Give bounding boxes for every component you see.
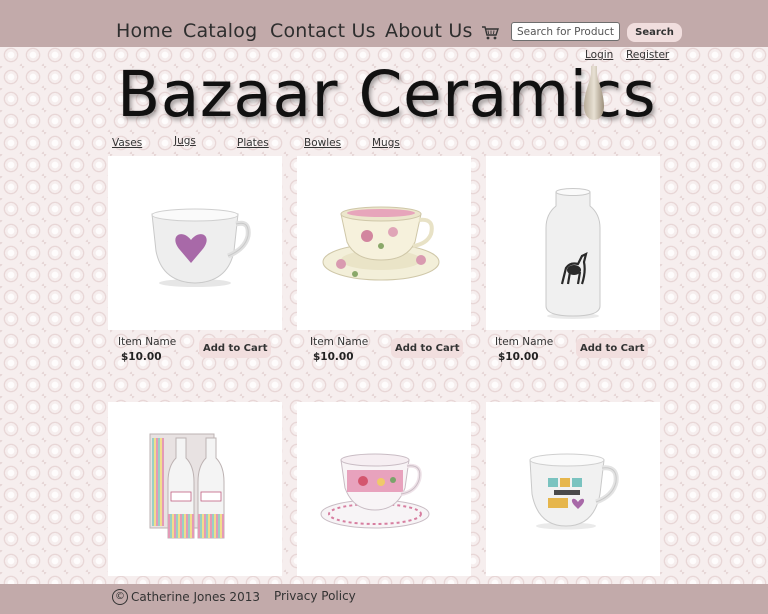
product-price: $10.00 bbox=[313, 351, 354, 363]
copyright-text: Catherine Jones 2013 bbox=[131, 590, 260, 604]
nav-contact-link[interactable]: Contact Us bbox=[270, 20, 376, 42]
product-card-deer-vase[interactable] bbox=[486, 156, 660, 330]
nav-home-link[interactable]: Home bbox=[116, 20, 173, 42]
product-name: Item Name bbox=[310, 336, 369, 348]
product-card-pink-teacup[interactable] bbox=[297, 402, 471, 576]
product-price: $10.00 bbox=[498, 351, 539, 363]
pink-teacup-image bbox=[320, 453, 430, 529]
vase-icon bbox=[584, 66, 604, 120]
product-card-you-and-me-mug[interactable] bbox=[486, 402, 660, 576]
product-name: Item Name bbox=[495, 336, 554, 348]
search-button[interactable]: Search bbox=[627, 23, 682, 42]
nav-about-link[interactable]: About Us bbox=[385, 20, 473, 42]
nav-catalog-link[interactable]: Catalog bbox=[183, 20, 257, 42]
heart-mug-image bbox=[151, 208, 251, 287]
category-jugs-link[interactable]: Jugs bbox=[174, 135, 196, 147]
category-vases-link[interactable]: Vases bbox=[112, 137, 142, 149]
deer-vase-image bbox=[545, 188, 601, 319]
add-to-cart-button[interactable]: Add to Cart bbox=[576, 338, 649, 358]
product-card-floral-teacup[interactable] bbox=[297, 156, 471, 330]
shopping-cart-icon[interactable] bbox=[481, 25, 499, 41]
floral-teacup-image bbox=[322, 206, 440, 281]
privacy-policy-link[interactable]: Privacy Policy bbox=[274, 589, 356, 603]
product-name: Item Name bbox=[118, 336, 177, 348]
category-bowles-link[interactable]: Bowles bbox=[304, 137, 341, 149]
product-card-heart-mug[interactable] bbox=[108, 156, 282, 330]
add-to-cart-button[interactable]: Add to Cart bbox=[199, 338, 272, 358]
striped-bottles-image bbox=[149, 433, 225, 539]
site-title: Bazaar Ceramics bbox=[117, 58, 657, 131]
category-mugs-link[interactable]: Mugs bbox=[372, 137, 400, 149]
product-card-striped-bottles[interactable] bbox=[108, 402, 282, 576]
copyright-icon: © bbox=[112, 589, 128, 605]
category-plates-link[interactable]: Plates bbox=[237, 137, 269, 149]
search-input[interactable] bbox=[511, 22, 620, 41]
you-and-me-mug-image bbox=[529, 453, 619, 530]
product-price: $10.00 bbox=[121, 351, 162, 363]
add-to-cart-button[interactable]: Add to Cart bbox=[391, 338, 464, 358]
